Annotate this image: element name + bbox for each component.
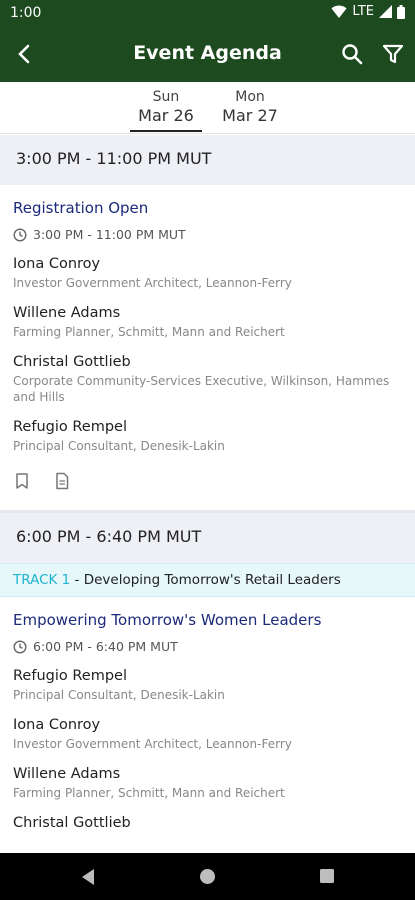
clock-icon: [13, 639, 27, 654]
session-time-row: 6:00 PM - 6:40 PM MUT: [13, 639, 402, 654]
speaker-name: Christal Gottlieb: [13, 354, 131, 370]
time-slot-header: 3:00 PM - 11:00 PM MUT: [0, 135, 415, 185]
speaker-name: Willene Adams: [13, 305, 121, 321]
speaker-name: Refugio Rempel: [13, 419, 127, 435]
track-label: TRACK 1: [13, 572, 71, 588]
session-card[interactable]: Registration Open 3:00 PM - 11:00 PM MUT…: [0, 185, 415, 510]
session-time: 3:00 PM - 11:00 PM MUT: [33, 227, 186, 242]
app-bar: Event Agenda: [0, 26, 415, 82]
nav-back-icon[interactable]: [80, 868, 96, 886]
speaker-item[interactable]: Christal Gottlieb: [13, 813, 402, 833]
time-slot-header: 6:00 PM - 6:40 PM MUT: [0, 513, 415, 563]
date-tab-mon[interactable]: Mon Mar 27: [213, 88, 287, 126]
date-tab-date: Mar 27: [222, 106, 278, 125]
battery-icon: [397, 4, 405, 19]
speaker-role: Principal Consultant, Denesik-Lakin: [13, 688, 225, 702]
speaker-name: Iona Conroy: [13, 717, 101, 733]
signal-icon: [379, 5, 392, 18]
speaker-role: Investor Government Architect, Leannon-F…: [13, 737, 292, 751]
speaker-role: Principal Consultant, Denesik-Lakin: [13, 439, 225, 453]
wifi-icon: [331, 5, 347, 18]
date-tab-dow: Mon: [235, 89, 265, 105]
selected-tab-indicator: [130, 130, 202, 132]
speaker-item[interactable]: Iona Conroy Investor Government Architec…: [13, 715, 402, 752]
document-icon[interactable]: [53, 472, 71, 490]
speaker-item[interactable]: Christal Gottlieb Corporate Community-Se…: [13, 352, 402, 405]
session-actions: [13, 472, 402, 510]
speaker-role: Corporate Community-Services Executive, …: [13, 374, 390, 404]
status-time: 1:00: [10, 5, 42, 21]
track-banner: TRACK 1 - Developing Tomorrow's Retail L…: [0, 563, 415, 597]
date-tab-date: Mar 26: [138, 106, 194, 125]
track-text: - Developing Tomorrow's Retail Leaders: [70, 572, 341, 588]
clock-icon: [13, 227, 27, 242]
session-title[interactable]: Empowering Tomorrow's Women Leaders: [13, 609, 402, 631]
speaker-role: Farming Planner, Schmitt, Mann and Reich…: [13, 786, 285, 800]
session-time: 6:00 PM - 6:40 PM MUT: [33, 639, 178, 654]
date-tab-sun[interactable]: Sun Mar 26: [129, 88, 203, 132]
speaker-name: Refugio Rempel: [13, 668, 127, 684]
bookmark-icon[interactable]: [13, 472, 31, 490]
session-time-row: 3:00 PM - 11:00 PM MUT: [13, 227, 402, 242]
filter-icon: [382, 44, 404, 64]
speaker-item[interactable]: Willene Adams Farming Planner, Schmitt, …: [13, 303, 402, 340]
session-title[interactable]: Registration Open: [13, 197, 402, 219]
speaker-role: Farming Planner, Schmitt, Mann and Reich…: [13, 325, 285, 339]
speaker-item[interactable]: Willene Adams Farming Planner, Schmitt, …: [13, 764, 402, 801]
date-tab-dow: Sun: [152, 89, 180, 105]
network-type: LTE: [352, 4, 374, 19]
session-card[interactable]: Empowering Tomorrow's Women Leaders 6:00…: [0, 597, 415, 833]
speaker-name: Christal Gottlieb: [13, 815, 131, 831]
speaker-name: Iona Conroy: [13, 256, 101, 272]
nav-recents-icon[interactable]: [319, 868, 335, 884]
speaker-item[interactable]: Iona Conroy Investor Government Architec…: [13, 254, 402, 291]
system-nav-bar: [0, 853, 415, 900]
search-icon: [342, 44, 363, 65]
search-button[interactable]: [338, 40, 366, 68]
status-bar: 1:00 LTE: [0, 0, 415, 26]
filter-button[interactable]: [379, 40, 407, 68]
speaker-item[interactable]: Refugio Rempel Principal Consultant, Den…: [13, 666, 402, 703]
speaker-item[interactable]: Refugio Rempel Principal Consultant, Den…: [13, 417, 402, 454]
speaker-role: Investor Government Architect, Leannon-F…: [13, 276, 292, 290]
date-tabs: Sun Mar 26 Mon Mar 27: [0, 82, 415, 134]
system-icons: LTE: [331, 4, 405, 19]
speaker-name: Willene Adams: [13, 766, 121, 782]
agenda-list[interactable]: 3:00 PM - 11:00 PM MUT Registration Open…: [0, 135, 415, 853]
nav-home-icon[interactable]: [199, 868, 216, 885]
